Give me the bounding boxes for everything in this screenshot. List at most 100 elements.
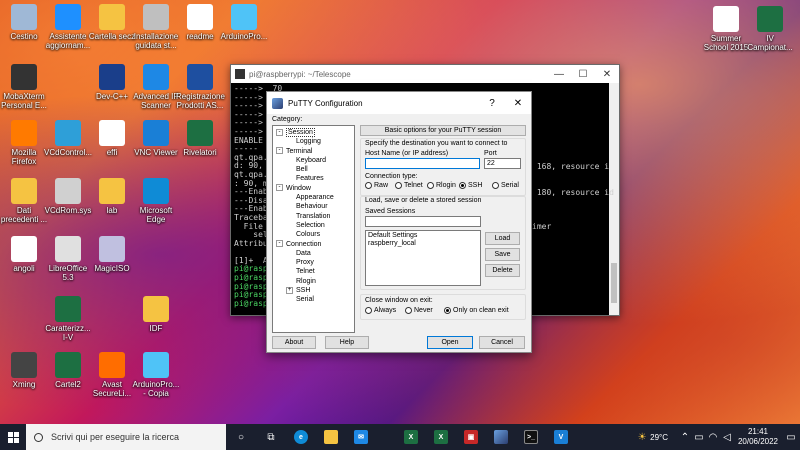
wifi-icon[interactable]: ◠ [706, 424, 720, 450]
desktop-icon[interactable]: effi [88, 120, 136, 157]
cortana-icon[interactable]: ○ [226, 424, 256, 450]
desktop-icon[interactable]: Cestino [0, 4, 48, 41]
host-input[interactable] [365, 158, 480, 169]
tree-item-logging[interactable]: Logging [273, 137, 354, 146]
putty-titlebar[interactable]: PuTTY Configuration ? ✕ [267, 92, 531, 114]
terminal-taskbar-icon[interactable]: >_ [516, 424, 546, 450]
tree-item-terminal[interactable]: - Terminal [273, 147, 354, 156]
weather-temp[interactable]: 29°C [650, 433, 668, 442]
chevron-up-icon[interactable]: ⌃ [678, 424, 692, 450]
desktop-icon[interactable]: Dev-C++ [88, 64, 136, 101]
desktop-icon[interactable]: Registrazione Prodotti AS... [176, 64, 225, 110]
open-button[interactable]: Open [427, 336, 473, 349]
tree-item-telnet[interactable]: Telnet [273, 267, 354, 276]
desktop-icon[interactable]: VCdControl... [44, 120, 92, 157]
delete-button[interactable]: Delete [485, 264, 520, 277]
clock[interactable]: 21:41 20/06/2022 [734, 427, 782, 447]
collapse-icon[interactable]: - [276, 240, 283, 248]
tree-item-translation[interactable]: Translation [273, 212, 354, 221]
desktop-icon[interactable]: Avast SecureLi... [88, 352, 136, 398]
help-icon[interactable]: ? [479, 98, 505, 109]
vnc-taskbar-icon[interactable]: V [546, 424, 576, 450]
tree-item-keyboard[interactable]: Keyboard [273, 156, 354, 165]
port-input[interactable]: 22 [484, 158, 521, 169]
desktop-icon[interactable]: Cartel2 [44, 352, 92, 389]
collapse-icon[interactable]: - [276, 184, 283, 192]
tree-item-serial[interactable]: Serial [273, 295, 354, 304]
desktop-icon[interactable]: readme [176, 4, 224, 41]
radio-telnet[interactable]: Telnet [395, 182, 423, 189]
putty-config-dialog[interactable]: PuTTY Configuration ? ✕ Category: - Sessi… [266, 91, 532, 353]
radio-rlogin[interactable]: Rlogin [427, 182, 456, 189]
tree-item-connection[interactable]: - Connection [273, 240, 354, 249]
desktop-icon[interactable]: IV Campionat... [746, 6, 794, 52]
gift-taskbar-icon[interactable]: ▣ [456, 424, 486, 450]
collapse-icon[interactable]: - [276, 147, 283, 155]
desktop-icon[interactable]: Microsoft Edge [132, 178, 180, 224]
session-item[interactable]: Default Settings [368, 232, 478, 240]
radio-close-0[interactable]: Always [365, 307, 396, 314]
start-button[interactable] [0, 424, 26, 450]
volume-icon[interactable]: ◁ [720, 424, 734, 450]
weather-icon[interactable]: ☀ [634, 424, 650, 450]
radio-ssh[interactable]: SSH [459, 182, 482, 189]
cancel-button[interactable]: Cancel [479, 336, 525, 349]
tree-item-rlogin[interactable]: Rlogin [273, 277, 354, 286]
desktop-icon[interactable]: Mozilla Firefox [0, 120, 48, 166]
task-view-icon[interactable]: ⧉ [256, 424, 286, 450]
saved-sessions-input[interactable] [365, 216, 481, 227]
desktop-icon[interactable]: VNC Viewer [132, 120, 180, 157]
radio-raw[interactable]: Raw [365, 182, 388, 189]
desktop-icon[interactable]: Xming [0, 352, 48, 389]
mail-icon[interactable]: ✉ [346, 424, 376, 450]
terminal-titlebar[interactable]: pi@raspberrypi: ~/Telescope — ☐ ✕ [231, 65, 619, 83]
tree-item-session[interactable]: - Session [273, 128, 354, 137]
excel2-taskbar-icon[interactable]: X [426, 424, 456, 450]
close-icon[interactable]: ✕ [595, 69, 619, 80]
desktop-icon[interactable]: ArduinoPro... - Copia [132, 352, 180, 398]
expand-icon[interactable]: + [286, 286, 293, 294]
tree-item-bell[interactable]: Bell [273, 165, 354, 174]
tree-item-colours[interactable]: Colours [273, 230, 354, 239]
network-icon[interactable]: ▭ [692, 424, 706, 450]
tree-item-selection[interactable]: Selection [273, 221, 354, 230]
desktop-icon[interactable]: Rivelatori [176, 120, 224, 157]
about-button[interactable]: About [272, 336, 316, 349]
desktop-icon[interactable]: Summer School 2015 [702, 6, 750, 52]
close-icon[interactable]: ✕ [505, 98, 531, 109]
radio-close-2[interactable]: Only on clean exit [444, 307, 509, 314]
collapse-icon[interactable]: - [276, 128, 283, 136]
session-item[interactable]: raspberry_local [368, 240, 478, 248]
tree-item-appearance[interactable]: Appearance [273, 193, 354, 202]
desktop-icon[interactable]: IDF [132, 296, 180, 333]
notification-icon[interactable]: ▭ [782, 424, 800, 450]
desktop-icon[interactable]: Assistente aggiornam... [44, 4, 92, 50]
tree-item-data[interactable]: Data [273, 249, 354, 258]
desktop-icon[interactable]: MobaXterm Personal E... [0, 64, 48, 110]
desktop-icon[interactable]: Dati precedenti ... [0, 178, 48, 224]
desktop-icon[interactable]: MagicISO [88, 236, 136, 273]
tree-item-window[interactable]: - Window [273, 184, 354, 193]
tree-item-proxy[interactable]: Proxy [273, 258, 354, 267]
radio-serial[interactable]: Serial [492, 182, 519, 189]
desktop-icon[interactable]: Caratterizz... I-V [44, 296, 92, 342]
desktop-icon[interactable]: Installazione guidata st... [132, 4, 180, 50]
radio-close-1[interactable]: Never [405, 307, 433, 314]
tree-item-features[interactable]: Features [273, 174, 354, 183]
category-tree[interactable]: - Session Logging - Terminal Keyboard Bell Feat… [272, 125, 355, 333]
sessions-listbox[interactable]: Default Settings raspberry_local [365, 230, 481, 286]
tree-item-behaviour[interactable]: Behaviour [273, 202, 354, 211]
desktop-icon[interactable]: angoli [0, 236, 48, 273]
desktop-icon[interactable]: lab [88, 178, 136, 215]
putty-taskbar-icon[interactable] [486, 424, 516, 450]
tree-item-ssh[interactable]: + SSH [273, 286, 354, 295]
edge-taskbar-icon[interactable]: e [286, 424, 316, 450]
desktop-icon[interactable]: VCdRom.sys [44, 178, 92, 215]
maximize-icon[interactable]: ☐ [571, 69, 595, 80]
file-explorer-icon[interactable] [316, 424, 346, 450]
load-button[interactable]: Load [485, 232, 520, 245]
desktop-icon[interactable]: Advanced IP Scanner [132, 64, 180, 110]
save-button[interactable]: Save [485, 248, 520, 261]
taskbar-search[interactable]: Scrivi qui per eseguire la ricerca [26, 424, 226, 450]
desktop-icon[interactable]: Cartella secz [88, 4, 136, 41]
